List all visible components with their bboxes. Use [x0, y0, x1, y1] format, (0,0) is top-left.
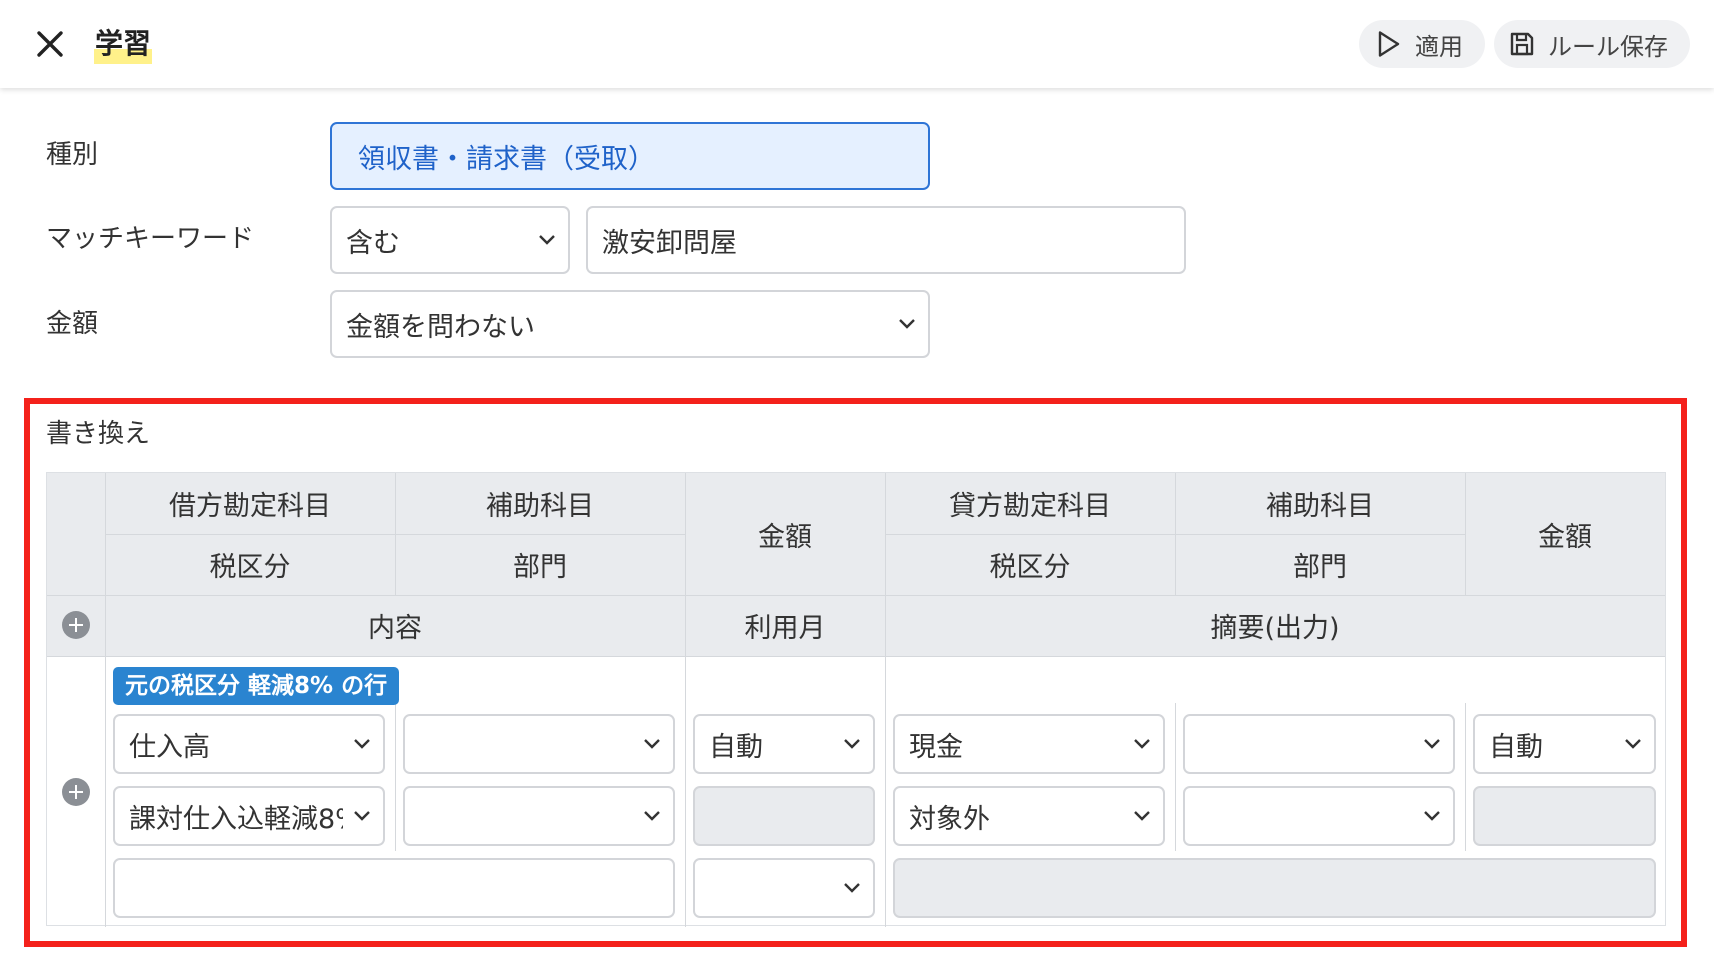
- content-input[interactable]: [113, 858, 675, 918]
- chevron-down-icon: [843, 736, 861, 752]
- floppy-disk-icon: [1510, 32, 1534, 56]
- col-credit-amount: 金額: [1465, 473, 1665, 595]
- grid-line: [395, 534, 685, 535]
- debit-account-select[interactable]: 仕入高: [113, 714, 385, 774]
- col-memo-output: 摘要(出力): [885, 595, 1665, 656]
- grid-line: [105, 534, 395, 535]
- credit-amount-value: 自動: [1489, 731, 1543, 763]
- col-credit-department: 部門: [1175, 534, 1465, 595]
- chevron-down-icon: [843, 880, 861, 896]
- apply-button[interactable]: 適用: [1359, 20, 1485, 68]
- chevron-down-icon: [538, 232, 556, 248]
- chevron-down-icon: [353, 736, 371, 752]
- save-rule-button[interactable]: ルール保存: [1494, 20, 1690, 68]
- credit-amount-select[interactable]: 自動: [1473, 714, 1656, 774]
- add-plus-icon[interactable]: [62, 611, 90, 639]
- keyword-value: 激安卸問屋: [602, 227, 737, 259]
- grid-line: [685, 473, 686, 927]
- credit-empty-disabled-cell: [1473, 786, 1656, 846]
- save-rule-label: ルール保存: [1548, 32, 1668, 61]
- debit-amount-value: 自動: [709, 731, 763, 763]
- grid-line: [47, 656, 1665, 657]
- credit-tax-select[interactable]: 対象外: [893, 786, 1165, 846]
- credit-sub-account-select[interactable]: [1183, 714, 1455, 774]
- col-usage-month: 利用月: [685, 595, 885, 656]
- memo-output-field: [893, 858, 1656, 918]
- grid-line: [1465, 473, 1466, 595]
- col-debit-tax: 税区分: [105, 534, 395, 595]
- match-mode-select[interactable]: 含む: [330, 206, 570, 274]
- col-content: 内容: [105, 595, 685, 656]
- play-icon: [1378, 31, 1400, 57]
- top-bar: 学習 適用 ルール保存: [0, 0, 1714, 88]
- usage-month-select[interactable]: [693, 858, 875, 918]
- grid-line: [1465, 703, 1466, 851]
- debit-tax-value: 課対仕入込軽減8%: [129, 803, 343, 835]
- amount-label: 金額: [46, 309, 99, 339]
- type-field[interactable]: 領収書・請求書（受取）: [330, 122, 930, 190]
- type-label: 種別: [46, 140, 99, 170]
- match-mode-value: 含む: [346, 227, 400, 259]
- debit-department-select[interactable]: [403, 786, 675, 846]
- credit-account-value: 現金: [909, 731, 963, 763]
- credit-account-select[interactable]: 現金: [893, 714, 1165, 774]
- grid-line: [47, 595, 1665, 596]
- col-credit-sub-account: 補助科目: [1175, 473, 1465, 534]
- chevron-down-icon: [1423, 808, 1441, 824]
- page-title: 学習: [94, 26, 153, 64]
- close-icon: [37, 31, 63, 57]
- col-credit-account: 貸方勘定科目: [885, 473, 1175, 534]
- chevron-down-icon: [353, 808, 371, 824]
- close-button[interactable]: [32, 26, 68, 62]
- apply-label: 適用: [1415, 32, 1463, 61]
- grid-line: [885, 473, 886, 927]
- col-debit-account: 借方勘定科目: [105, 473, 395, 534]
- chevron-down-icon: [898, 316, 916, 332]
- debit-account-value: 仕入高: [129, 731, 210, 763]
- add-row-plus-icon[interactable]: [62, 778, 90, 806]
- col-debit-department: 部門: [395, 534, 685, 595]
- row-condition-badge: 元の税区分 軽減8% の行: [113, 667, 400, 705]
- col-debit-amount: 金額: [685, 473, 885, 595]
- chevron-down-icon: [643, 808, 661, 824]
- grid-line: [395, 703, 396, 851]
- type-value: 領収書・請求書（受取）: [358, 143, 655, 175]
- amount-select[interactable]: 金額を問わない: [330, 290, 930, 358]
- grid-line: [1175, 703, 1176, 851]
- col-debit-sub-account: 補助科目: [395, 473, 685, 534]
- debit-sub-account-select[interactable]: [403, 714, 675, 774]
- chevron-down-icon: [643, 736, 661, 752]
- amount-value: 金額を問わない: [346, 311, 535, 343]
- keyword-input[interactable]: 激安卸問屋: [586, 206, 1186, 274]
- credit-department-select[interactable]: [1183, 786, 1455, 846]
- match-keyword-label: マッチキーワード: [46, 224, 255, 254]
- debit-tax-select[interactable]: 課対仕入込軽減8%: [113, 786, 385, 846]
- chevron-down-icon: [1423, 736, 1441, 752]
- credit-tax-value: 対象外: [909, 803, 990, 835]
- debit-empty-disabled-cell: [693, 786, 875, 846]
- rewrite-section-title: 書き換え: [46, 419, 151, 449]
- grid-line: [105, 473, 106, 927]
- col-credit-tax: 税区分: [885, 534, 1175, 595]
- debit-amount-select[interactable]: 自動: [693, 714, 875, 774]
- chevron-down-icon: [1133, 736, 1151, 752]
- chevron-down-icon: [1133, 808, 1151, 824]
- chevron-down-icon: [1624, 736, 1642, 752]
- grid-line: [885, 534, 1465, 535]
